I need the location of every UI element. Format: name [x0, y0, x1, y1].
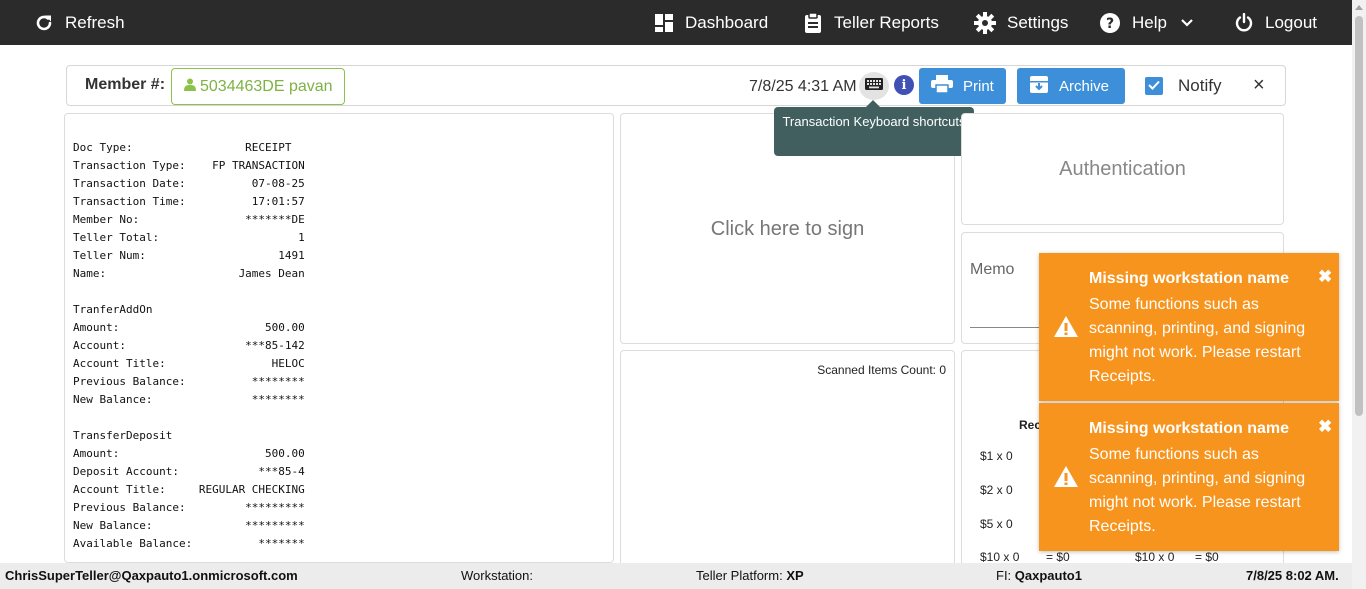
help-label: Help [1132, 12, 1167, 32]
toast-message: Some functions such as scanning, printin… [1089, 446, 1306, 535]
tooltip-text: Transaction Keyboard shortcuts [782, 114, 966, 129]
toast-title: Missing workstation name [1089, 270, 1290, 287]
cash-row-extra: $10 x 0 [1135, 550, 1175, 564]
chevron-down-icon [1181, 18, 1193, 27]
printer-icon [931, 75, 953, 97]
warning-icon [1053, 465, 1079, 493]
footer-platform-value: XP [786, 568, 804, 583]
dashboard-link[interactable]: Dashboard [654, 0, 768, 45]
toast-close-button[interactable]: ✖ [1318, 417, 1332, 437]
archive-label: Archive [1059, 77, 1110, 95]
dashboard-label: Dashboard [685, 12, 769, 32]
footer-time: 7/8/25 8:02 AM. [1246, 568, 1339, 583]
cash-row: $5 x 0 [980, 517, 1013, 531]
member-bar: Member #: 5034463DE pavan 7/8/25 4:31 AM… [66, 65, 1286, 106]
checkmark-icon [1148, 77, 1160, 95]
toast-close-button[interactable]: ✖ [1318, 267, 1332, 287]
user-icon [184, 78, 200, 96]
toast-title: Missing workstation name [1089, 420, 1290, 437]
footer-fi-label: FI: [996, 568, 1012, 583]
scanned-items-panel: Scanned Items Count: 0 [620, 350, 955, 570]
cash-heading: Rec [1019, 418, 1042, 432]
toast-message: Some functions such as scanning, printin… [1089, 296, 1306, 385]
archive-button[interactable]: Archive [1017, 68, 1125, 104]
cash-row: $2 x 0 [980, 483, 1013, 497]
notify-label: Notify [1178, 76, 1222, 95]
notify-checkbox[interactable] [1145, 77, 1163, 95]
scanned-items-count: Scanned Items Count: 0 [817, 363, 946, 377]
footer-platform-label: Teller Platform: [696, 568, 783, 583]
print-button[interactable]: Print [919, 68, 1006, 104]
teller-reports-label: Teller Reports [834, 12, 939, 32]
cash-row-sum: = $0 [1046, 550, 1070, 564]
warning-toast: Missing workstation name Some functions … [1039, 403, 1339, 551]
clipboard-icon [803, 11, 823, 34]
refresh-button[interactable]: Refresh [34, 0, 125, 45]
memo-label: Memo [970, 261, 1015, 278]
sign-prompt: Click here to sign [710, 218, 865, 240]
gear-icon [974, 11, 996, 34]
status-footer: ChrisSuperTeller@Qaxpauto1.onmicrosoft.c… [0, 563, 1352, 589]
print-label: Print [963, 77, 994, 95]
cash-row-extra-sum: = $0 [1195, 550, 1219, 564]
power-icon [1234, 12, 1254, 33]
tooltip-arrow [866, 100, 880, 107]
member-chip[interactable]: 5034463DE pavan [171, 68, 345, 105]
scroll-up-arrow[interactable] [1355, 5, 1363, 10]
footer-fi: FI: Qaxpauto1 [996, 568, 1082, 583]
footer-fi-value: Qaxpauto1 [1014, 568, 1082, 583]
refresh-icon [34, 13, 54, 33]
top-nav: Refresh Dashboard Teller Reports Setting… [0, 0, 1366, 45]
keyboard-icon [865, 77, 883, 95]
receipt-panel: Doc Type: RECEIPT Transaction Type: FP T… [64, 113, 614, 563]
warning-icon [1053, 315, 1079, 343]
member-label: Member #: [85, 76, 166, 93]
keyboard-shortcuts-tooltip: Transaction Keyboard shortcuts [774, 107, 974, 156]
teller-reports-link[interactable]: Teller Reports [803, 0, 939, 45]
help-icon: ? [1099, 12, 1121, 34]
logout-link[interactable]: Logout [1234, 0, 1317, 45]
keyboard-shortcuts-button[interactable] [859, 72, 889, 100]
help-menu[interactable]: ? Help [1099, 0, 1193, 45]
authentication-label: Authentication [1059, 158, 1186, 180]
page-scrollbar[interactable] [1352, 0, 1366, 589]
member-datetime: 7/8/25 4:31 AM [749, 78, 857, 95]
warning-toast: Missing workstation name Some functions … [1039, 253, 1339, 401]
authentication-panel[interactable]: Authentication [961, 113, 1284, 225]
footer-platform: Teller Platform: XP [696, 568, 804, 583]
logout-label: Logout [1265, 12, 1317, 32]
refresh-label: Refresh [65, 12, 125, 32]
scroll-thumb[interactable] [1355, 16, 1363, 416]
info-icon[interactable]: i [894, 75, 914, 95]
receipt-text: Doc Type: RECEIPT Transaction Type: FP T… [73, 141, 305, 550]
cash-row: $1 x 0 [980, 449, 1013, 463]
settings-link[interactable]: Settings [974, 0, 1068, 45]
close-member-button[interactable]: × [1253, 74, 1265, 97]
member-value: 5034463DE pavan [200, 77, 333, 95]
cash-row: $10 x 0 [980, 550, 1020, 564]
settings-label: Settings [1007, 12, 1069, 32]
footer-user: ChrisSuperTeller@Qaxpauto1.onmicrosoft.c… [5, 568, 298, 583]
dashboard-icon [654, 13, 674, 33]
footer-workstation: Workstation: [461, 568, 534, 583]
archive-icon [1029, 74, 1049, 98]
svg-text:?: ? [1106, 16, 1114, 32]
